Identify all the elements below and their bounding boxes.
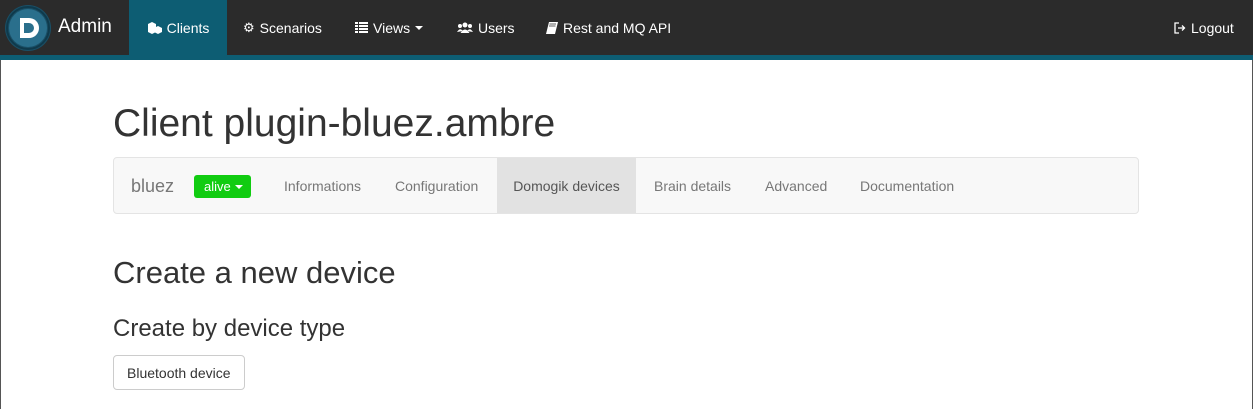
client-name: bluez <box>131 176 175 196</box>
chevron-down-icon <box>234 184 243 189</box>
nav-item-scenarios-label: Scenarios <box>259 19 322 36</box>
client-subnav: bluez alive Informations Configuration D… <box>113 157 1139 214</box>
logout-label: Logout <box>1191 19 1234 36</box>
bluetooth-device-button[interactable]: Bluetooth device <box>113 355 245 390</box>
tab-informations[interactable]: Informations <box>284 158 361 213</box>
tab-advanced-label: Advanced <box>765 177 828 194</box>
nav-item-views-label: Views <box>373 19 411 36</box>
tab-documentation[interactable]: Documentation <box>860 158 954 213</box>
nav-item-clients-label: Clients <box>166 19 210 36</box>
users-icon <box>457 22 473 33</box>
list-icon <box>355 22 368 33</box>
tab-advanced[interactable]: Advanced <box>765 158 827 213</box>
domogik-logo-icon <box>5 5 51 51</box>
section-heading: Create a new device <box>113 255 396 290</box>
nav-item-rest-mq-api-label: Rest and MQ API <box>563 19 672 36</box>
page-title: Client plugin-bluez.ambre <box>113 102 556 145</box>
logout-link[interactable]: Logout <box>1174 0 1234 55</box>
status-badge[interactable]: alive <box>194 175 251 198</box>
tab-domogik-devices-label: Domogik devices <box>513 177 620 194</box>
nav-item-views[interactable]: Views <box>355 0 424 55</box>
gear-icon: ⚙ <box>243 19 255 35</box>
nav-item-scenarios[interactable]: ⚙ Scenarios <box>243 0 322 55</box>
tab-informations-label: Informations <box>284 177 362 194</box>
tab-configuration[interactable]: Configuration <box>395 158 478 213</box>
chevron-down-icon <box>415 25 424 30</box>
book-icon <box>546 21 558 34</box>
tab-configuration-label: Configuration <box>395 177 479 194</box>
tab-domogik-devices[interactable]: Domogik devices <box>497 158 636 213</box>
page-left-border <box>0 60 1 409</box>
nav-item-clients[interactable]: Clients <box>129 0 227 55</box>
status-label: alive <box>204 179 231 194</box>
nav-item-users[interactable]: Users <box>457 0 515 55</box>
tab-brain-details-label: Brain details <box>654 177 732 194</box>
nav-item-rest-mq-api[interactable]: Rest and MQ API <box>546 0 671 55</box>
navbar-brand[interactable]: Admin <box>0 0 129 55</box>
navbar-brand-label: Admin <box>58 16 112 37</box>
tab-brain-details[interactable]: Brain details <box>654 158 731 213</box>
section-subheading: Create by device type <box>113 315 346 342</box>
tab-documentation-label: Documentation <box>860 177 955 194</box>
logout-icon <box>1174 21 1186 34</box>
cubes-icon <box>147 21 162 34</box>
nav-item-users-label: Users <box>478 19 515 36</box>
top-navbar: Admin Clients ⚙ Scenarios Views Users Re… <box>0 0 1253 60</box>
